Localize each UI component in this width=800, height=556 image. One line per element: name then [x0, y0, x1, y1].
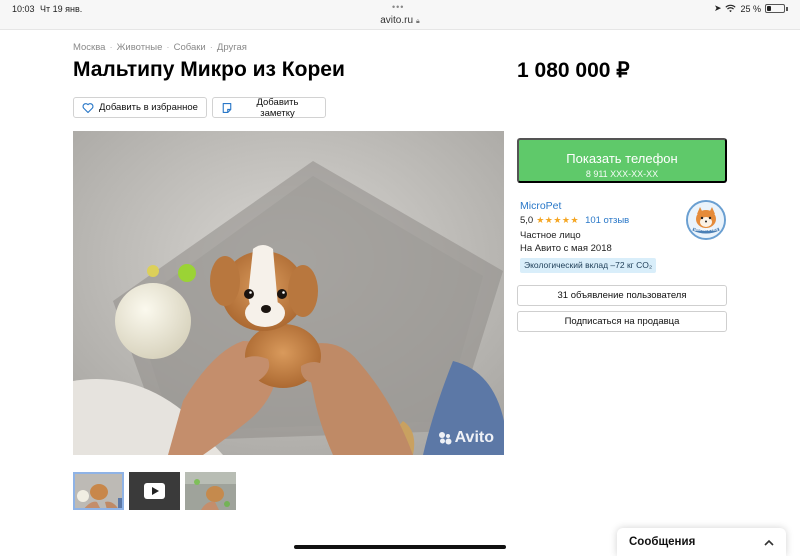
add-note-button[interactable]: Добавить заметку [212, 96, 326, 119]
messages-panel[interactable]: Сообщения [617, 528, 786, 556]
seller-since: На Авито с мая 2018 [520, 243, 612, 254]
avito-watermark: Avito [438, 429, 494, 447]
multitasking-dots-icon[interactable]: ••• [392, 2, 404, 12]
user-ads-button[interactable]: 31 объявление пользователя [517, 285, 727, 306]
rating-value: 5,0 [520, 215, 534, 226]
address-url: avito.ru [380, 15, 414, 26]
add-to-favorites-label: Добавить в избранное [99, 102, 198, 113]
breadcrumb-separator: · [209, 42, 213, 53]
status-indicators: ➤ 25 % [714, 3, 788, 14]
thumbnail-video[interactable] [129, 472, 180, 510]
avito-watermark-text: Avito [454, 429, 494, 446]
eco-contribution-badge[interactable]: Экологический вклад –72 кг CO₂ [520, 258, 657, 273]
show-phone-label: Показать телефон [566, 150, 678, 166]
breadcrumb-item-city[interactable]: Москва [73, 42, 105, 53]
status-bar: 10:03 Чт 19 янв. ••• avito.ru 🔒︎ ➤ 25 % [0, 0, 800, 30]
note-icon [222, 102, 232, 113]
thumbnail-photo-1[interactable] [73, 472, 124, 510]
messages-label: Сообщения [629, 536, 696, 548]
puppy-photo [73, 131, 504, 455]
add-to-favorites-button[interactable]: Добавить в избранное [73, 97, 207, 118]
status-date: Чт 19 янв. [40, 4, 83, 14]
location-icon: ➤ [713, 3, 722, 13]
thumbnail-strip [73, 472, 236, 510]
rating-stars-icon: ★★★★★ [536, 215, 580, 225]
show-phone-button[interactable]: Показать телефон 8 911 XXX-XX-XX [517, 138, 727, 183]
seller-name-link[interactable]: MicroPet [520, 200, 561, 212]
seller-avatar[interactable]: MICROPET.KR [686, 200, 726, 240]
avatar-logo-text: MICROPET.KR [693, 228, 719, 232]
seller-rating: 5,0 ★★★★★ 101 отзыв [520, 215, 629, 226]
breadcrumb-separator: · [109, 42, 113, 53]
main-photo[interactable]: Avito [73, 131, 504, 455]
address-bar[interactable]: avito.ru 🔒︎ [0, 15, 800, 26]
shiba-logo-icon [688, 202, 724, 238]
chevron-up-icon[interactable] [764, 539, 774, 546]
add-note-label: Добавить заметку [256, 96, 299, 119]
breadcrumb-separator: · [166, 42, 170, 53]
avito-logo-icon [438, 432, 452, 445]
breadcrumb-item-animals[interactable]: Животные [117, 42, 163, 53]
lock-icon: 🔒︎ [416, 18, 420, 25]
breadcrumb-item-other[interactable]: Другая [217, 42, 247, 53]
play-icon [144, 483, 165, 499]
thumbnail-photo-2[interactable] [185, 472, 236, 510]
seller-type: Частное лицо [520, 230, 581, 241]
breadcrumb-item-dogs[interactable]: Собаки [174, 42, 206, 53]
subscribe-seller-button[interactable]: Подписаться на продавца [517, 311, 727, 332]
home-indicator[interactable] [294, 545, 506, 549]
status-time: 10:03 [12, 4, 35, 14]
reviews-link[interactable]: 101 отзыв [585, 215, 629, 226]
listing-price: 1 080 000 ₽ [517, 59, 630, 82]
wifi-icon [725, 4, 737, 13]
listing-title: Мальтипу Микро из Кореи [73, 58, 345, 81]
phone-number-masked: 8 911 XXX-XX-XX [585, 168, 659, 179]
heart-icon [82, 102, 94, 113]
breadcrumb: Москва · Животные · Собаки · Другая [73, 42, 247, 53]
battery-percent: 25 % [740, 3, 761, 14]
battery-icon [765, 4, 785, 13]
